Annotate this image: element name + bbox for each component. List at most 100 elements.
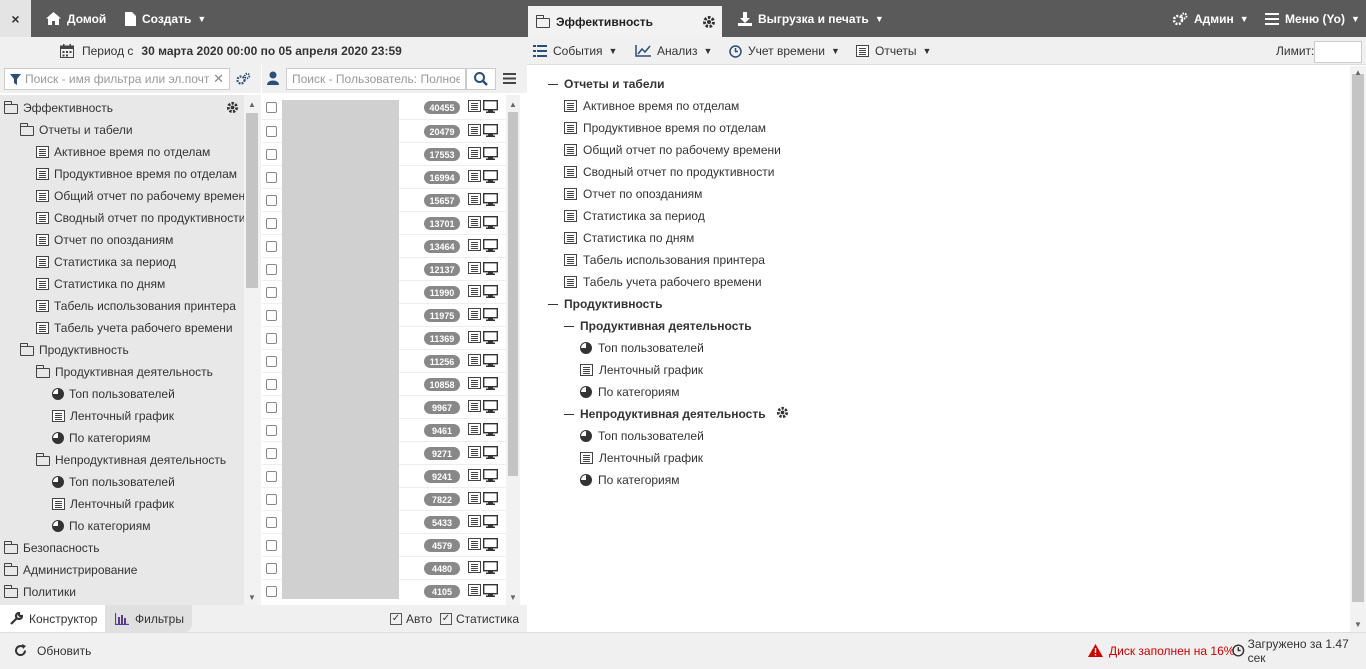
hamburger-icon[interactable] [503, 73, 516, 84]
user-checkbox[interactable] [266, 263, 277, 275]
report-icon[interactable] [468, 446, 481, 458]
tree-item[interactable]: Ленточный график [52, 493, 174, 515]
monitor-icon[interactable] [483, 308, 498, 321]
catalog-group[interactable]: Продуктивная деятельность [564, 315, 752, 337]
user-checkbox[interactable] [266, 309, 277, 321]
monitor-icon[interactable] [483, 538, 498, 551]
report-icon[interactable] [468, 100, 481, 112]
catalog-report-link[interactable]: Активное время по отделам [564, 95, 739, 117]
tree-item[interactable]: Табель учета рабочего времени [36, 317, 233, 339]
tree-item[interactable]: Отчет по опозданиям [36, 229, 173, 251]
monitor-icon[interactable] [483, 147, 498, 160]
user-checkbox[interactable] [266, 447, 277, 459]
user-checkbox[interactable] [266, 585, 277, 597]
collapse-icon[interactable] [564, 413, 574, 415]
gear-icon[interactable] [776, 406, 789, 419]
admin-menu-button[interactable]: Админ ▼ [1172, 0, 1249, 37]
monitor-icon[interactable] [483, 377, 498, 390]
user-checkbox[interactable] [266, 424, 277, 436]
analysis-menu[interactable]: Анализ ▼ [635, 37, 712, 65]
tree-item[interactable]: Безопасность [4, 537, 100, 559]
content-scrollbar-thumb[interactable] [1352, 74, 1364, 602]
left-scrollbar-thumb[interactable] [246, 113, 258, 288]
catalog-group[interactable]: Непродуктивная деятельность [564, 403, 789, 425]
collapse-icon[interactable] [548, 303, 558, 305]
monitor-icon[interactable] [483, 239, 498, 252]
user-search-input[interactable]: Поиск - Пользователь: Полное им [286, 68, 466, 90]
tree-item[interactable]: Статистика по дням [36, 273, 165, 295]
monitor-icon[interactable] [483, 124, 498, 137]
tree-item[interactable]: Активное время по отделам [36, 141, 210, 163]
tree-item[interactable]: Продуктивное время по отделам [36, 163, 237, 185]
report-icon[interactable] [468, 193, 481, 205]
monitor-icon[interactable] [483, 584, 498, 597]
catalog-report-link[interactable]: Отчет по опозданиям [564, 183, 702, 205]
tree-item[interactable]: Ленточный график [52, 405, 174, 427]
tree-item[interactable]: Непродуктивная деятельность [36, 449, 226, 471]
user-search-button[interactable] [466, 68, 496, 90]
tree-item[interactable]: Продуктивная деятельность [36, 361, 213, 383]
catalog-group[interactable]: Отчеты и табели [548, 73, 665, 95]
user-checkbox[interactable] [266, 148, 277, 160]
export-print-button[interactable]: Выгрузка и печать ▼ [738, 0, 884, 37]
monitor-icon[interactable] [483, 216, 498, 229]
report-icon[interactable] [468, 354, 481, 366]
report-icon[interactable] [468, 216, 481, 228]
report-icon[interactable] [468, 331, 481, 343]
catalog-report-link[interactable]: Топ пользователей [580, 337, 704, 359]
report-icon[interactable] [468, 423, 481, 435]
user-checkbox[interactable] [266, 470, 277, 482]
report-icon[interactable] [468, 262, 481, 274]
catalog-report-link[interactable]: Ленточный график [580, 447, 703, 469]
reports-menu[interactable]: Отчеты ▼ [856, 37, 931, 65]
stats-checkbox[interactable]: ✓ Статистика [440, 605, 519, 632]
scroll-down-icon[interactable]: ▼ [509, 593, 517, 602]
report-icon[interactable] [468, 170, 481, 182]
monitor-icon[interactable] [483, 515, 498, 528]
monitor-icon[interactable] [483, 100, 498, 113]
monitor-icon[interactable] [483, 331, 498, 344]
time-tracking-menu[interactable]: Учет времени ▼ [729, 37, 840, 65]
catalog-report-link[interactable]: Табель использования принтера [564, 249, 765, 271]
user-checkbox[interactable] [266, 194, 277, 206]
user-checkbox[interactable] [266, 240, 277, 252]
catalog-report-link[interactable]: Табель учета рабочего времени [564, 271, 762, 293]
catalog-report-link[interactable]: Сводный отчет по продуктивности [564, 161, 774, 183]
close-panel-button[interactable]: × [0, 0, 31, 37]
tree-item[interactable]: Топ пользователей [52, 383, 175, 405]
user-list-scrollbar-thumb[interactable] [508, 112, 518, 476]
tab-effectiveness[interactable]: Эффективность [528, 6, 722, 37]
monitor-icon[interactable] [483, 446, 498, 459]
tree-item[interactable]: Топ пользователей [52, 471, 175, 493]
user-checkbox[interactable] [266, 493, 277, 505]
period-bar[interactable]: Период с 30 марта 2020 00:00 по 05 апрел… [0, 37, 527, 65]
create-menu-button[interactable]: Создать ▼ [125, 0, 206, 37]
catalog-report-link[interactable]: По категориям [580, 469, 680, 491]
collapse-icon[interactable] [548, 83, 558, 85]
report-icon[interactable] [468, 124, 481, 136]
clear-icon[interactable]: ✕ [213, 71, 224, 87]
tree-item[interactable]: Эффективность [4, 97, 239, 119]
monitor-icon[interactable] [483, 170, 498, 183]
refresh-button[interactable]: Обновить [14, 632, 91, 669]
user-checkbox[interactable] [266, 378, 277, 390]
report-icon[interactable] [468, 400, 481, 412]
monitor-icon[interactable] [483, 354, 498, 367]
catalog-group[interactable]: Продуктивность [548, 293, 663, 315]
monitor-icon[interactable] [483, 492, 498, 505]
tree-item[interactable]: Статистика за период [36, 251, 176, 273]
monitor-icon[interactable] [483, 561, 498, 574]
report-icon[interactable] [468, 377, 481, 389]
tree-item[interactable]: Табель использования принтера [36, 295, 236, 317]
report-icon[interactable] [468, 469, 481, 481]
catalog-report-link[interactable]: Топ пользователей [580, 425, 704, 447]
user-checkbox[interactable] [266, 125, 277, 137]
filter-settings-icon[interactable] [236, 72, 251, 85]
catalog-report-link[interactable]: Общий отчет по рабочему времени [564, 139, 781, 161]
limit-input[interactable] [1314, 41, 1362, 63]
report-icon[interactable] [468, 147, 481, 159]
user-checkbox[interactable] [266, 539, 277, 551]
report-icon[interactable] [468, 538, 481, 550]
monitor-icon[interactable] [483, 423, 498, 436]
tree-item[interactable]: По категориям [52, 427, 151, 449]
